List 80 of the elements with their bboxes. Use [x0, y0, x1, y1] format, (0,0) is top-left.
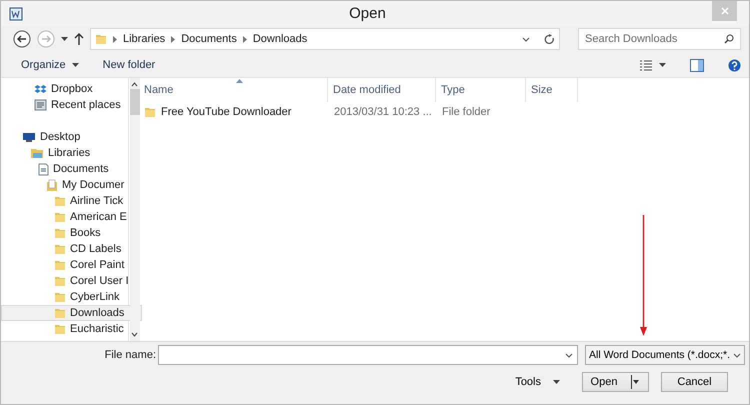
help-button[interactable] — [728, 58, 741, 72]
window-title: Open — [348, 5, 387, 22]
scroll-down-icon — [131, 332, 138, 337]
tools-button[interactable]: Tools — [509, 375, 566, 389]
column-header[interactable]: Size — [526, 78, 578, 102]
toolbar-button[interactable]: Organize — [21, 59, 79, 71]
sidebar-item[interactable]: Corel User I — [1, 273, 130, 289]
folder-icon — [54, 323, 66, 335]
folder-icon — [54, 291, 66, 303]
column-header[interactable]: Date modified — [328, 78, 436, 102]
folder-icon — [54, 259, 66, 271]
caret-icon — [72, 63, 79, 67]
sidebar-item[interactable]: Downloads — [1, 305, 142, 321]
search-field[interactable]: Search Downloads — [578, 28, 741, 50]
file-name-cell[interactable]: Free YouTube Downloader — [144, 106, 328, 118]
folder-icon — [95, 33, 107, 45]
address-bar[interactable]: Libraries Documents Downloads — [90, 28, 560, 50]
breadcrumb[interactable]: Downloads — [252, 33, 308, 45]
refresh-icon[interactable] — [544, 34, 555, 44]
toolbar-button[interactable]: New folder — [102, 59, 156, 71]
chevron-down-icon — [522, 36, 530, 42]
recent-locations-button[interactable] — [61, 37, 68, 41]
desktop-icon — [22, 132, 36, 142]
dropbox-icon — [34, 84, 47, 94]
folder-icon — [54, 211, 66, 223]
split-caret-icon — [631, 375, 640, 389]
sidebar-item[interactable]: CyberLink — [1, 289, 130, 305]
caret-icon — [61, 37, 68, 41]
sidebar-item[interactable]: My Documer — [1, 177, 130, 193]
date-cell-text: 2013/03/31 10:23 ... — [333, 106, 433, 118]
scrollbar-thumb[interactable] — [130, 89, 140, 115]
file-name-label: File name: — [104, 349, 156, 361]
chevron-down-icon — [733, 352, 742, 358]
sidebar-item[interactable]: Documents — [1, 161, 130, 177]
document-icon — [38, 162, 49, 176]
folder-icon — [54, 243, 66, 255]
sidebar-item[interactable]: American E — [1, 209, 130, 225]
word-app-icon — [9, 6, 23, 20]
back-button[interactable] — [13, 30, 31, 48]
sidebar-item[interactable]: Desktop — [1, 129, 130, 145]
folder-document-icon — [46, 178, 58, 192]
column-header[interactable]: Name — [144, 78, 328, 102]
caret-icon — [553, 380, 560, 384]
folder-icon — [54, 195, 66, 207]
breadcrumb[interactable]: Documents — [181, 33, 237, 45]
breadcrumb[interactable]: Libraries — [123, 33, 166, 45]
list-view-icon — [639, 60, 653, 70]
sidebar-item[interactable]: CD Labels — [1, 241, 130, 257]
sidebar-item[interactable]: Recent places — [1, 97, 130, 113]
chevron-icon — [113, 36, 117, 42]
column-header[interactable]: Type — [436, 78, 526, 102]
chevron-down-icon — [565, 353, 573, 358]
scroll-up-icon — [131, 82, 138, 87]
scrollbar[interactable] — [130, 78, 140, 341]
folder-icon — [54, 307, 66, 319]
close-icon — [720, 7, 728, 15]
file-type-dropdown[interactable]: All Word Documents (*.docx;*. — [585, 345, 745, 365]
up-button[interactable] — [74, 33, 84, 45]
library-icon — [30, 147, 44, 159]
sidebar-item[interactable]: Corel Paint — [1, 257, 130, 273]
type-cell-text: File folder — [441, 106, 492, 118]
sidebar-item[interactable]: Dropbox — [1, 81, 130, 97]
folder-icon — [54, 275, 66, 287]
folder-icon — [54, 227, 66, 239]
chevron-icon — [171, 36, 176, 42]
sidebar-item[interactable]: Airline Tick — [1, 193, 130, 209]
recent-places-icon — [34, 99, 47, 111]
open-button[interactable]: Open — [582, 372, 649, 392]
sidebar-item[interactable]: Eucharistic — [1, 321, 130, 337]
sort-up-icon — [236, 79, 242, 83]
search-icon — [724, 34, 734, 44]
sidebar-item[interactable]: Libraries — [1, 145, 130, 161]
preview-pane-button[interactable] — [690, 58, 704, 72]
caret-icon — [659, 63, 666, 67]
view-options-button[interactable] — [639, 60, 666, 70]
sidebar-item[interactable]: Books — [1, 225, 130, 241]
file-name-field[interactable] — [158, 345, 578, 365]
chevron-icon — [242, 36, 247, 42]
folder-icon — [144, 106, 156, 118]
cancel-button[interactable]: Cancel — [661, 372, 728, 392]
